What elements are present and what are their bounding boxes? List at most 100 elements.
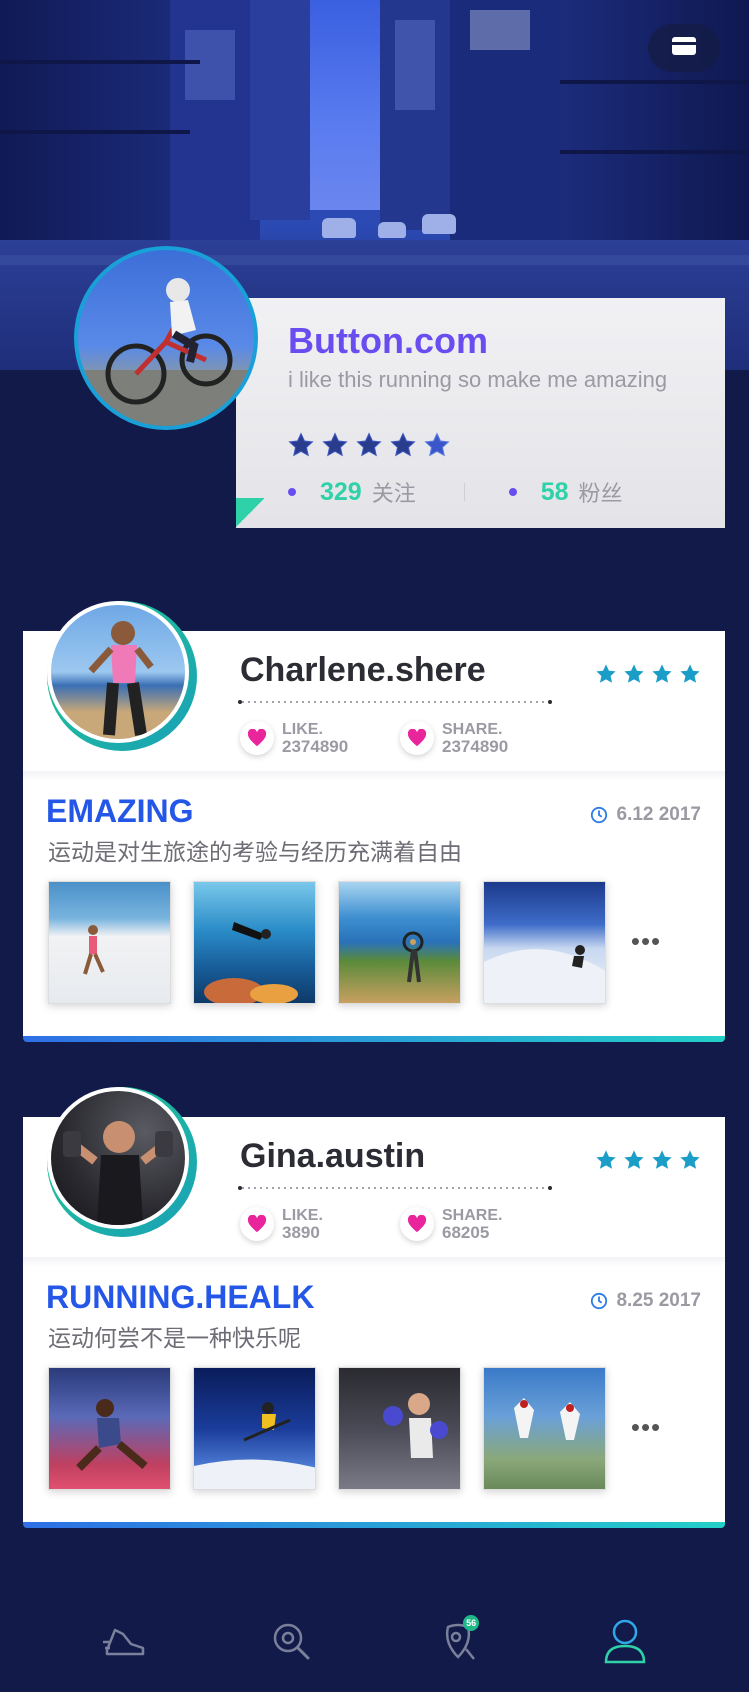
post-avatar-ring	[47, 1087, 197, 1237]
like-label: LIKE.	[282, 721, 323, 738]
profile-icon	[605, 1619, 646, 1664]
post-gallery	[48, 1367, 606, 1490]
post-username[interactable]: Charlene.shere	[240, 651, 486, 690]
star-icon	[596, 664, 616, 683]
hero-beam	[0, 130, 190, 134]
hero-sign	[470, 10, 530, 50]
clock-icon	[591, 1292, 608, 1310]
share-count: 68205	[442, 1223, 490, 1242]
post-avatar-ring	[47, 601, 197, 751]
post-avatar[interactable]	[47, 1087, 189, 1229]
like-label: LIKE.	[282, 1207, 323, 1224]
avatar-image	[78, 250, 254, 426]
like-metric: LIKE. 3890	[240, 1207, 323, 1241]
post-title[interactable]: EMAZING	[46, 793, 194, 830]
star-icon	[356, 432, 382, 457]
dotted-divider	[238, 700, 552, 704]
post-description: 运动是对生旅途的考验与经历充满着自由	[48, 840, 462, 866]
following-stat[interactable]: 329 关注	[288, 476, 416, 508]
hero-beam	[560, 150, 749, 154]
more-button[interactable]: •••	[626, 921, 666, 961]
post-gallery	[48, 881, 606, 1004]
search-icon	[273, 1623, 310, 1660]
following-count: 329	[320, 477, 362, 506]
like-metric: LIKE. 2374890	[240, 721, 348, 755]
share-metric: SHARE. 68205	[400, 1207, 502, 1241]
post-date: 8.25 2017	[590, 1290, 701, 1312]
post-date: 6.12 2017	[590, 804, 701, 826]
nav-item-discover[interactable]	[246, 1611, 336, 1671]
profile-name[interactable]: Button.com	[288, 320, 488, 362]
star-icon	[596, 1150, 616, 1169]
bottom-nav: 56	[0, 1590, 749, 1692]
hero-window	[185, 30, 235, 100]
star-icon	[652, 1150, 672, 1169]
post-rating	[595, 1149, 701, 1171]
stats-divider	[463, 483, 465, 501]
profile-avatar[interactable]	[74, 246, 258, 430]
heart-icon	[407, 729, 427, 747]
post-description: 运动何尝不是一种快乐呢	[48, 1326, 301, 1352]
thumbnail-runner-beach[interactable]	[48, 881, 171, 1004]
post-date-text: 6.12 2017	[616, 804, 701, 825]
more-button[interactable]: •••	[626, 1407, 666, 1447]
nav-item-notifications[interactable]: 56	[413, 1611, 503, 1671]
star-icon	[624, 1150, 644, 1169]
like-button[interactable]	[240, 721, 274, 755]
bullet-dot	[288, 488, 296, 496]
profile-card-corner	[236, 498, 264, 528]
star-icon	[652, 664, 672, 683]
share-metric: SHARE. 2374890	[400, 721, 508, 755]
share-button[interactable]	[400, 721, 434, 755]
post-title[interactable]: RUNNING.HEALK	[46, 1279, 314, 1316]
thumbnail-mountain-biker-coast[interactable]	[338, 881, 461, 1004]
like-count: 2374890	[282, 737, 349, 756]
star-icon	[624, 664, 644, 683]
hero-building	[250, 0, 310, 220]
followers-stat[interactable]: 58 粉丝	[508, 476, 623, 508]
star-icon	[288, 432, 314, 457]
like-button[interactable]	[240, 1207, 274, 1241]
dotted-divider	[238, 1186, 552, 1190]
post-separator	[23, 771, 725, 781]
bullet-dot	[508, 488, 517, 496]
post-username[interactable]: Gina.austin	[240, 1137, 425, 1176]
thumbnail-boxer[interactable]	[338, 1367, 461, 1490]
star-icon	[424, 432, 450, 457]
thumbnail-scuba-diver[interactable]	[193, 881, 316, 1004]
nav-item-profile[interactable]	[580, 1611, 670, 1671]
share-count: 2374890	[442, 737, 509, 756]
thumbnail-snowboarder[interactable]	[483, 881, 606, 1004]
post-accent-bar	[23, 1522, 725, 1528]
following-label: 关注	[371, 481, 416, 506]
wallet-button[interactable]	[648, 24, 720, 72]
thumbnail-skier-jump[interactable]	[193, 1367, 316, 1490]
notification-badge: 56	[463, 1615, 480, 1631]
like-count: 3890	[282, 1223, 320, 1242]
star-icon	[680, 664, 700, 683]
thumbnail-sprinter[interactable]	[48, 1367, 171, 1490]
followers-label: 粉丝	[578, 481, 623, 506]
post-avatar[interactable]	[47, 601, 189, 743]
thumbnail-skydivers[interactable]	[483, 1367, 606, 1490]
profile-card: Button.com i like this running so make m…	[236, 298, 725, 528]
post-card[interactable]: Gina.austin LIKE. 3890 SHARE. 68205 RUNN…	[23, 1087, 725, 1528]
hero-window	[395, 20, 435, 110]
star-icon	[322, 432, 348, 457]
star-icon	[680, 1150, 700, 1169]
avatar-image	[51, 605, 185, 739]
post-rating	[595, 663, 701, 685]
post-separator	[23, 1257, 725, 1267]
nav-item-activity[interactable]	[79, 1611, 169, 1671]
share-label: SHARE.	[442, 721, 503, 738]
heart-icon	[407, 1215, 427, 1233]
post-card[interactable]: Charlene.shere LIKE. 2374890 SHARE. 2374…	[23, 601, 725, 1042]
profile-rating	[288, 432, 450, 458]
hero-car	[378, 222, 406, 238]
star-icon	[390, 432, 416, 457]
avatar-image	[51, 1091, 185, 1225]
share-button[interactable]	[400, 1207, 434, 1241]
hero-beam	[560, 80, 749, 84]
share-label: SHARE.	[442, 1207, 503, 1224]
hero-car	[422, 214, 456, 234]
